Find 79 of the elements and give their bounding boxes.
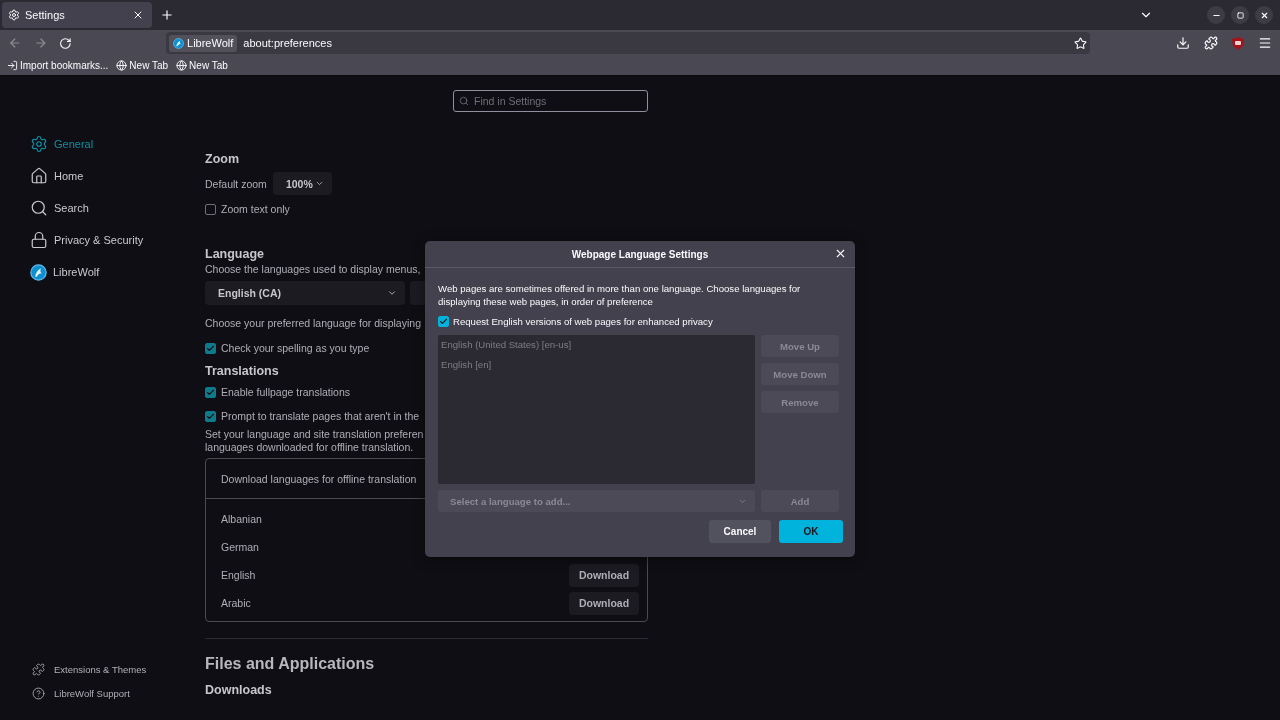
wolf-logo-icon — [173, 37, 185, 49]
puzzle-icon[interactable] — [1204, 36, 1218, 50]
section-title: Files and Applications — [205, 655, 375, 673]
forward-icon[interactable] — [33, 36, 48, 50]
address-bar[interactable]: LibreWolf about:preferences — [166, 32, 1090, 54]
maximize-button[interactable] — [1231, 6, 1249, 24]
language-name: English — [221, 569, 256, 581]
close-icon[interactable] — [132, 9, 144, 21]
sidebar-item[interactable]: Home — [30, 160, 205, 192]
browser-tab[interactable]: Settings — [2, 2, 152, 28]
wolf-logo-icon — [30, 263, 47, 281]
cancel-button[interactable]: Cancel — [709, 520, 771, 543]
search-icon — [459, 96, 469, 106]
bookmark-item[interactable]: Import bookmarks... — [7, 60, 109, 71]
settings-icon — [30, 135, 48, 153]
checkbox-label: Prompt to translate pages that aren't in the — [221, 410, 420, 422]
menu-icon[interactable] — [1258, 36, 1272, 50]
globe-icon — [176, 60, 188, 71]
sidebar-link[interactable]: LibreWolf Support — [32, 684, 205, 702]
section-heading: Translations — [205, 364, 279, 378]
checkbox-label: Check your spelling as you type — [221, 342, 370, 354]
sidebar-item[interactable]: Privacy & Security — [30, 224, 205, 256]
checkbox[interactable] — [205, 203, 216, 215]
sidebar-item[interactable]: LibreWolf — [30, 256, 205, 288]
checkbox[interactable] — [205, 342, 216, 354]
home-icon — [30, 167, 48, 185]
sidebar-link[interactable]: Extensions & Themes — [32, 660, 205, 678]
description-text: Choose your preferred language for displaying — [205, 317, 421, 330]
maximize-icon — [1236, 11, 1244, 19]
close-icon[interactable] — [834, 247, 847, 260]
language-name: German — [221, 541, 259, 553]
close-icon — [1259, 10, 1269, 20]
language-name: Albanian — [221, 513, 262, 525]
sidebar-item[interactable]: General — [30, 128, 205, 160]
bookmark-item[interactable]: New Tab — [176, 60, 228, 71]
download-icon[interactable] — [1176, 36, 1190, 50]
chevron-icon — [387, 288, 397, 298]
search-field[interactable]: Find in Settings — [453, 90, 648, 112]
checkbox-label: Zoom text only — [221, 203, 290, 215]
chevron-icon — [314, 179, 324, 188]
minimize-button[interactable] — [1207, 6, 1225, 24]
dialog-description: Web pages are sometimes offered in more than one language. Choose languages for displaying these web pages, in order of preference — [438, 282, 802, 308]
section-heading: Zoom — [205, 152, 240, 166]
description-text: Choose the languages used to display menus, — [205, 263, 421, 276]
checkbox-label: Request English versions of web pages for enhanced privacy — [453, 315, 713, 328]
close-button[interactable] — [1255, 6, 1273, 24]
settings-icon — [8, 9, 20, 21]
description-text: languages downloaded for offline translation. — [205, 441, 414, 454]
download-button[interactable]: Download — [569, 563, 639, 587]
import-icon — [7, 60, 18, 71]
zoom-dropdown[interactable]: 100% — [272, 172, 332, 195]
shield-icon[interactable] — [1232, 36, 1244, 50]
section-heading: Downloads — [205, 683, 272, 697]
lock-icon — [30, 231, 48, 249]
field-label: Default zoom — [205, 177, 267, 190]
reload-icon[interactable] — [59, 36, 73, 50]
globe-icon — [116, 60, 128, 71]
identity-badge[interactable]: LibreWolf — [169, 34, 238, 52]
download-button[interactable]: Download — [569, 591, 639, 615]
description-text: Set your language and site translation preferen — [205, 428, 424, 441]
search-icon — [30, 199, 48, 217]
back-icon[interactable] — [8, 36, 22, 50]
checkbox-label: Enable fullpage translations — [221, 386, 350, 398]
language-name: Arabic — [221, 597, 251, 609]
puzzle-icon — [32, 662, 45, 676]
dialog-title: Webpage Language Settings — [571, 248, 709, 260]
star-icon[interactable] — [1074, 36, 1087, 50]
help-icon — [32, 686, 45, 700]
bookmark-item[interactable]: New Tab — [116, 60, 169, 71]
url-text: about:preferences — [243, 37, 333, 49]
checkbox[interactable] — [205, 386, 216, 398]
language-select[interactable]: English (CA) — [205, 281, 405, 305]
new-tab-icon[interactable] — [160, 8, 174, 22]
checkbox[interactable] — [438, 316, 449, 327]
section-heading: Language — [205, 247, 265, 261]
ok-button[interactable]: OK — [779, 520, 843, 543]
list-header: Download languages for offline translation — [221, 472, 417, 485]
checkbox[interactable] — [205, 410, 216, 422]
sidebar-item[interactable]: Search — [30, 192, 205, 224]
